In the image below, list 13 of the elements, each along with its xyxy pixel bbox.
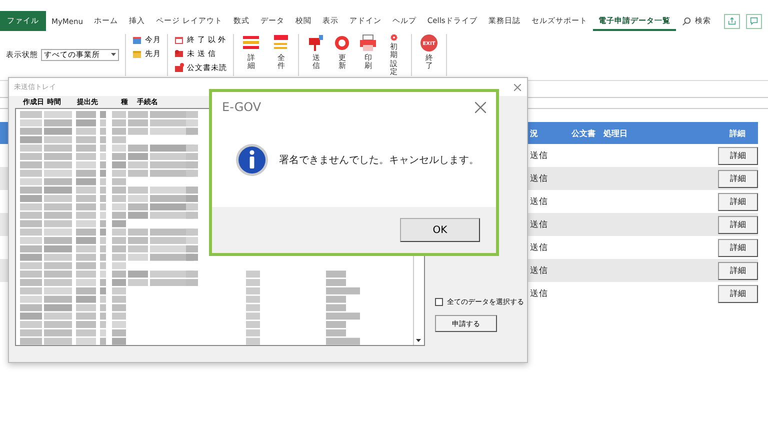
message-text: 署名できませんでした。キャンセルします。 — [279, 154, 479, 166]
column-header: 公文書 — [571, 128, 596, 138]
status-cell-text: 送信 — [530, 264, 549, 276]
column-header: 詳細 — [730, 128, 747, 138]
status-cell-text: 送信 — [530, 242, 549, 254]
status-cell-text: 送信 — [530, 196, 549, 208]
status-cell-text: 送信 — [530, 218, 549, 230]
dialog-title: E-GOV — [222, 100, 262, 114]
column-header: 況 — [530, 128, 539, 138]
status-cell-text: 送信 — [530, 150, 549, 162]
status-cell-text: 送信 — [530, 288, 549, 300]
status-cell-text: 送信 — [530, 172, 549, 184]
column-header: 処理日 — [603, 128, 628, 138]
